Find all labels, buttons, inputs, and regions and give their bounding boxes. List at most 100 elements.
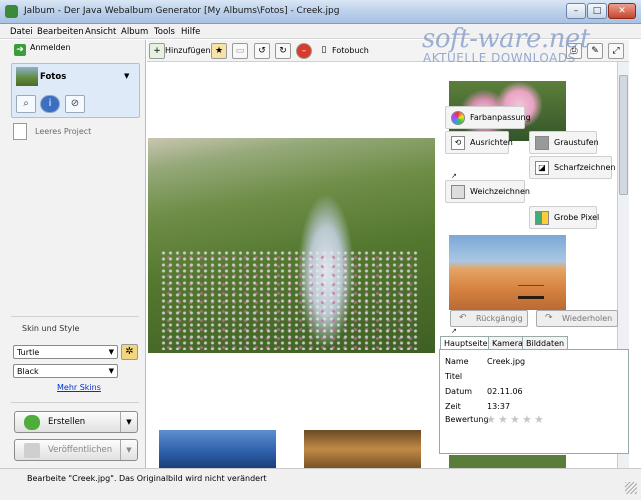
info-value-name[interactable]: Creek.jpg [487,357,525,366]
publish-label: Veröffentlichen [48,445,113,455]
style-select-value: Black [17,367,39,376]
make-album-label: Erstellen [48,417,86,427]
status-bar [0,468,641,500]
publish-button[interactable]: Veröffentlichen ▼ [14,439,138,461]
divider [11,402,139,403]
info-label-date: Datum [445,387,473,396]
rating-star-icon[interactable]: ★ [498,413,508,426]
delete-icon[interactable]: – [296,43,312,59]
undo-button[interactable]: ↶ Rückgängig [450,310,528,327]
color-wheel-icon [451,111,465,125]
menu-bearbeiten[interactable]: Bearbeiten [37,27,84,37]
redo-button[interactable]: ↷ Wiederholen [536,310,618,327]
info-icon[interactable]: i [40,95,60,113]
arrow-icon: ↗ [451,172,457,180]
divider [11,316,139,317]
status-text: Bearbeite "Creek.jpg". Das Originalbild … [27,474,267,483]
creek-flowers-overlay [160,250,420,350]
info-value-title[interactable] [487,372,607,382]
align-label: Ausrichten [470,138,513,147]
style-select[interactable]: Black ▼ [13,364,118,378]
menu-datei[interactable]: Datei [10,27,33,37]
document-icon [13,123,27,140]
rotate-left-icon[interactable]: ↺ [254,43,270,59]
expand-icon[interactable]: ⤢ [608,43,624,59]
menu-album[interactable]: Album [121,27,148,37]
chevron-down-icon[interactable]: ▼ [120,440,137,460]
sharpen-icon: ◪ [535,161,549,175]
app-icon [5,5,18,18]
more-skins-link[interactable]: Mehr Skins [57,383,101,392]
rotate-right-icon[interactable]: ↻ [275,43,291,59]
photobook-button[interactable]: Fotobuch [332,46,369,55]
maximize-button[interactable]: □ [587,3,607,19]
info-label-rating: Bewertung [445,415,489,424]
resize-grip[interactable] [625,482,637,494]
rating-star-icon[interactable]: ★ [522,413,532,426]
close-button[interactable]: ✕ [608,3,636,19]
grayscale-label: Graustufen [554,138,599,147]
info-value-time[interactable]: 13:37 [487,402,510,411]
sharpen-label: Scharfzeichnen [554,163,616,172]
rating-star-icon[interactable]: ★ [486,413,496,426]
skin-settings-icon[interactable]: ✲ [121,344,138,360]
search-icon[interactable]: ⌕ [16,95,36,113]
thumbnail-partial[interactable] [449,455,566,468]
skin-select-value: Turtle [17,348,40,357]
scrollbar-thumb[interactable] [619,75,628,195]
book-icon[interactable]: ▯ [316,43,332,59]
rating-star-icon[interactable]: ★ [510,413,520,426]
skin-section-title: Skin und Style [22,324,80,333]
upload-icon [24,443,40,458]
grayscale-button[interactable]: Graustufen [529,131,599,154]
oryx-silhouette [518,285,544,299]
grayscale-icon [535,136,549,150]
tab-bilddaten[interactable]: Bilddaten [522,336,569,350]
pixelate-button[interactable]: Grobe Pixel [529,206,600,229]
menu-ansicht[interactable]: Ansicht [85,27,116,37]
soften-button[interactable]: Weichzeichnen [445,180,530,203]
soften-label: Weichzeichnen [470,187,530,196]
skin-select[interactable]: Turtle ▼ [13,345,118,359]
window-title: Jalbum - Der Java Webalbum Generator [My… [24,6,340,16]
chevron-down-icon[interactable]: ▼ [124,72,129,80]
make-album-button[interactable]: Erstellen ▼ [14,411,138,433]
color-adjust-button[interactable]: Farbanpassung [445,106,531,129]
redo-label: Wiederholen [562,314,613,323]
minimize-button[interactable]: – [566,3,586,19]
add-icon[interactable]: + [149,43,165,59]
chevron-down-icon: ▼ [108,348,114,356]
thumbnail-tree[interactable] [304,430,421,468]
undo-label: Rückgängig [476,314,523,323]
redo-icon: ↷ [545,313,553,323]
align-button[interactable]: ⟲ Ausrichten [445,131,513,154]
menu-hilfe[interactable]: Hilfe [181,27,200,37]
rating-star-icon[interactable]: ★ [534,413,544,426]
info-label-name: Name [445,357,469,366]
login-button[interactable]: Anmelden [30,43,71,52]
info-value-date[interactable]: 02.11.06 [487,387,523,396]
frog-icon [24,415,40,430]
sharpen-button[interactable]: ◪ Scharfzeichnen [529,156,616,179]
pixelate-label: Grobe Pixel [554,213,600,222]
chevron-down-icon: ▼ [108,367,114,375]
menu-tools[interactable]: Tools [154,27,175,37]
arrow-icon: ↗ [451,327,457,335]
star-folder-icon[interactable]: ★ [211,43,227,59]
project-item[interactable]: Leeres Project [35,127,91,136]
login-arrow-icon: ➜ [14,44,26,56]
folder-icon[interactable]: ▭ [232,43,248,59]
info-label-title: Titel [445,372,463,381]
align-icon: ⟲ [451,136,465,150]
watermark-logo: soft-ware.net [422,24,590,54]
thumbnail-blue-sea[interactable] [159,430,276,468]
color-adjust-label: Farbanpassung [470,113,531,122]
undo-icon: ↶ [459,313,467,323]
add-button[interactable]: Hinzufügen [165,46,211,55]
soften-icon [451,185,465,199]
chevron-down-icon[interactable]: ▼ [120,412,137,432]
album-title: Fotos [40,72,67,82]
thumbnail-desert[interactable] [449,235,566,310]
tag-icon[interactable]: ⊘ [65,95,85,113]
pixelate-icon [535,211,549,225]
